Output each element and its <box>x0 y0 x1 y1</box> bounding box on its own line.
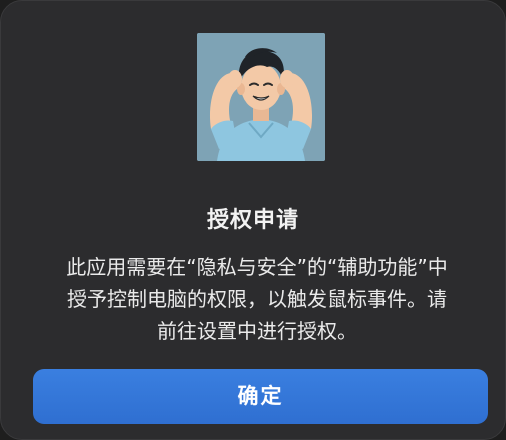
dialog-message: 此应用需要在“隐私与安全”的“辅助功能”中 授予控制电脑的权限，以触发鼠标事件。… <box>66 255 448 343</box>
authorization-dialog: 授权申请 此应用需要在“隐私与安全”的“辅助功能”中 授予控制电脑的权限，以触发… <box>0 0 506 440</box>
avatar-illustration-icon <box>197 33 325 161</box>
confirm-button[interactable]: 确定 <box>33 369 488 424</box>
dialog-title: 授权申请 <box>206 208 299 233</box>
